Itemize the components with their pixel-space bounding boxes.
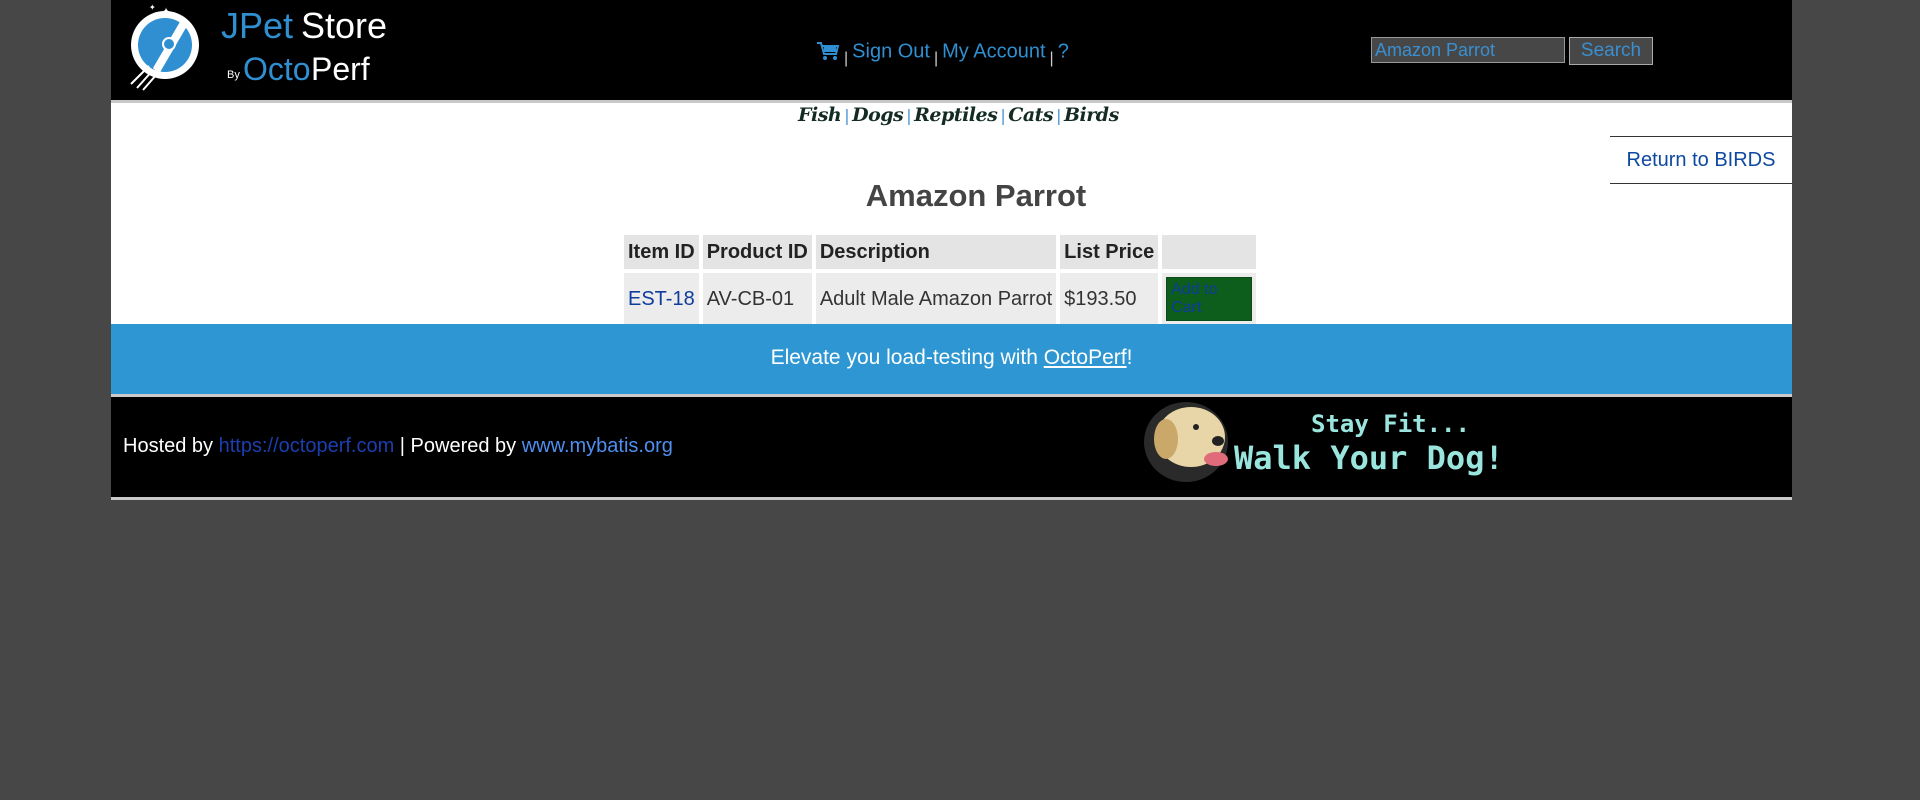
walk-your-dog-banner[interactable]: Stay Fit... Walk Your Dog!: [1136, 397, 1536, 487]
rocket-icon: ✦ ✦: [130, 3, 199, 91]
promo-suffix: !: [1126, 346, 1133, 369]
powered-by: Hosted by https://octoperf.com | Powered…: [123, 435, 673, 458]
column-header-product-id: Product ID: [702, 235, 812, 269]
quicklink-separator: |: [844, 106, 850, 125]
action-cell: Add to Cart: [1162, 273, 1257, 325]
quicklink-cats[interactable]: Cats: [1008, 104, 1053, 126]
banner-line2: Walk Your Dog!: [1234, 439, 1504, 477]
quicklink-birds[interactable]: Birds: [1064, 104, 1119, 126]
item-table: Item ID Product ID Description List Pric…: [620, 231, 1260, 335]
quicklink-separator: |: [906, 106, 912, 125]
jpetstore-logo[interactable]: ✦ ✦ JPet Store By Octo Perf: [123, 0, 393, 95]
logo-jpet: JPet: [221, 5, 293, 46]
logo-perf: Perf: [311, 51, 370, 87]
table-header-row: Item ID Product ID Description List Pric…: [624, 235, 1257, 269]
octoperf-link[interactable]: OctoPerf: [1044, 346, 1127, 369]
add-to-cart-button[interactable]: Add to Cart: [1166, 277, 1253, 321]
banner-line1: Stay Fit...: [1311, 410, 1470, 438]
cart-icon[interactable]: [816, 40, 840, 68]
promo-text: Elevate you load-testing with: [770, 346, 1044, 369]
menu-separator: |: [1049, 50, 1054, 68]
item-id-cell: EST-18: [624, 273, 699, 325]
search-form: Search: [1371, 37, 1653, 65]
item-id-link[interactable]: EST-18: [628, 288, 695, 310]
sign-out-link[interactable]: Sign Out: [852, 40, 930, 62]
column-header-action: [1162, 235, 1257, 269]
quicklink-reptiles[interactable]: Reptiles: [914, 104, 998, 126]
header: ✦ ✦ JPet Store By Octo Perf | Sign Out | My…: [111, 0, 1792, 103]
page-content: ✦ ✦ JPet Store By Octo Perf | Sign Out | My…: [111, 0, 1792, 500]
dog-icon: [1144, 402, 1228, 482]
powered-by-label: | Powered by: [394, 435, 522, 457]
search-button[interactable]: Search: [1569, 37, 1653, 65]
column-header-list-price: List Price: [1060, 235, 1159, 269]
promo-banner: Elevate you load-testing with OctoPerf!: [111, 324, 1792, 397]
svg-text:✦: ✦: [149, 3, 156, 12]
return-to-birds-link[interactable]: Return to BIRDS: [1627, 149, 1776, 171]
search-input[interactable]: [1371, 37, 1565, 63]
header-menu: | Sign Out | My Account |?: [816, 38, 1069, 68]
menu-separator: |: [933, 50, 939, 68]
my-account-link[interactable]: My Account: [942, 40, 1045, 62]
product-title: Amazon Parrot: [865, 178, 1087, 213]
menu-separator: |: [844, 50, 849, 68]
logo-octo: Octo: [243, 51, 311, 87]
footer: Hosted by https://octoperf.com | Powered…: [111, 397, 1792, 500]
category-quicklinks: Fish | Dogs | Reptiles | Cats | Birds: [798, 104, 1119, 126]
column-header-description: Description: [815, 235, 1057, 269]
octoperf-url-link[interactable]: https://octoperf.com: [219, 435, 395, 457]
logo-by: By: [227, 69, 240, 81]
mybatis-link[interactable]: www.mybatis.org: [522, 435, 673, 457]
column-header-item-id: Item ID: [624, 235, 699, 269]
quicklink-fish[interactable]: Fish: [798, 104, 842, 126]
back-link-container: Return to BIRDS: [1610, 136, 1792, 184]
help-link[interactable]: ?: [1058, 40, 1069, 62]
quicklink-dogs[interactable]: Dogs: [852, 104, 904, 126]
hosted-by-label: Hosted by: [123, 435, 219, 457]
quicklink-separator: |: [1000, 106, 1006, 125]
svg-text:✦: ✦: [161, 5, 171, 19]
description-cell: Adult Male Amazon Parrot: [815, 273, 1057, 325]
logo-store: Store: [301, 5, 387, 46]
product-id-cell: AV-CB-01: [702, 273, 812, 325]
quicklink-separator: |: [1056, 106, 1061, 125]
price-cell: $193.50: [1060, 273, 1159, 325]
table-row: EST-18 AV-CB-01 Adult Male Amazon Parrot…: [624, 273, 1257, 325]
